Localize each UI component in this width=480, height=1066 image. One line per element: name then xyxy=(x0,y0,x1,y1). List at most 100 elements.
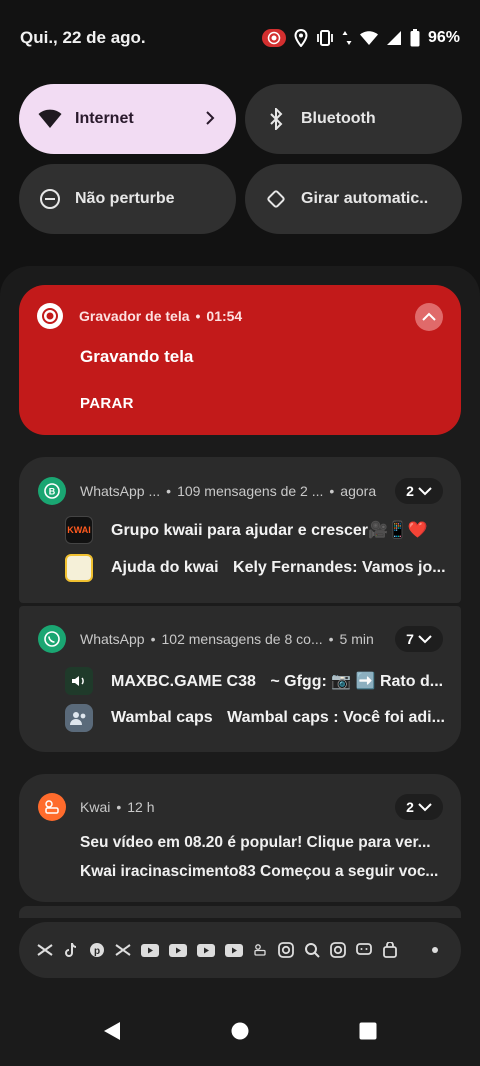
auto-rotate-icon xyxy=(263,186,289,212)
svg-text:B: B xyxy=(49,487,56,497)
notification-header: Kwai • 12 h xyxy=(38,792,155,822)
instagram-icon xyxy=(330,941,346,959)
notification-count: 7 xyxy=(406,631,414,647)
tiktok-icon xyxy=(63,941,79,959)
list-item[interactable]: KWAI Grupo kwaii para ajudar e crescer🎥📱… xyxy=(65,516,445,544)
message-sender: MAXBC.GAME C38 xyxy=(111,673,256,690)
app-name: Kwai xyxy=(80,799,111,815)
notification-line: Kwai iracinascimento83 Começou a seguir … xyxy=(80,863,439,880)
notification-count: 2 xyxy=(406,483,414,499)
capcut-icon xyxy=(114,941,131,959)
whatsapp-icon xyxy=(38,625,66,653)
more-dot-icon xyxy=(428,941,444,959)
qs-label-internet: Internet xyxy=(75,110,134,127)
capcut-icon xyxy=(37,941,53,959)
message-text: Grupo kwaii para ajudar e crescer🎥📱❤️ xyxy=(111,522,428,539)
status-bar: Qui., 22 de ago. 96% xyxy=(0,0,480,76)
notification-time: 12 h xyxy=(127,799,155,815)
status-icons: 96% xyxy=(261,29,460,47)
kwai-notification[interactable]: Kwai • 12 h 2 Seu vídeo em 08.20 é popul… xyxy=(19,774,461,902)
expand-button[interactable]: 7 xyxy=(395,626,443,652)
battery-percent: 96% xyxy=(427,29,460,46)
chat-avatar xyxy=(65,554,93,582)
whatsapp-business-notification[interactable]: B WhatsApp ... • 109 mensagens de 2 ... … xyxy=(19,457,461,603)
whatsapp-notification[interactable]: WhatsApp • 102 mensagens de 8 co... • 5 … xyxy=(19,606,461,752)
notification-header: WhatsApp • 102 mensagens de 8 co... • 5 … xyxy=(38,624,374,654)
shopping-bag-icon xyxy=(382,941,398,959)
summary: 102 mensagens de 8 co... xyxy=(161,631,323,647)
notification-time: 5 min xyxy=(339,631,374,647)
separator-dot: • xyxy=(195,308,201,324)
list-item[interactable]: Wambal caps Wambal caps : Você foi adi..… xyxy=(65,704,445,732)
screen-recorder-notification[interactable]: Gravador de tela • 01:54 Gravando tela P… xyxy=(19,285,461,435)
wifi-signal-icon xyxy=(359,31,378,45)
status-date: Qui., 22 de ago. xyxy=(20,28,146,47)
notification-time: agora xyxy=(340,483,377,499)
notification-count: 2 xyxy=(406,799,414,815)
message-text: Kely Fernandes: Vamos jo... xyxy=(233,559,445,576)
chevron-down-icon xyxy=(418,803,432,812)
qs-tile-bluetooth[interactable]: Bluetooth xyxy=(245,84,462,154)
message-icon xyxy=(356,941,372,959)
chevron-right-icon xyxy=(202,109,218,130)
app-name: WhatsApp xyxy=(80,631,145,647)
search-lens-icon xyxy=(304,941,320,959)
pinterest-icon: p xyxy=(89,941,105,959)
whatsapp-business-icon: B xyxy=(38,477,66,505)
bluetooth-icon xyxy=(263,106,289,132)
summary: 109 mensagens de 2 ... xyxy=(177,483,324,499)
location-icon xyxy=(294,29,308,47)
data-transfer-icon xyxy=(342,30,352,46)
recents-icon xyxy=(359,1022,377,1039)
notification-header: B WhatsApp ... • 109 mensagens de 2 ... … xyxy=(38,476,376,506)
message-sender: Ajuda do kwai xyxy=(111,559,219,576)
qs-label-bluetooth: Bluetooth xyxy=(301,110,376,127)
collapse-button[interactable] xyxy=(415,303,443,331)
youtube-icon xyxy=(196,941,215,959)
message-sender: Wambal caps xyxy=(111,709,213,726)
chevron-down-icon xyxy=(418,487,432,496)
app-name: WhatsApp ... xyxy=(80,483,161,499)
back-button[interactable] xyxy=(103,1021,121,1046)
youtube-icon xyxy=(168,941,187,959)
recents-button[interactable] xyxy=(359,1022,377,1045)
kwai-small-icon xyxy=(253,941,269,959)
back-icon xyxy=(104,1021,120,1040)
qs-tile-do-not-disturb[interactable]: Não perturbe xyxy=(19,164,236,234)
silent-notifications-icon-row[interactable]: p xyxy=(19,922,461,978)
recorder-title: Gravando tela xyxy=(80,347,194,366)
navigation-bar xyxy=(0,1000,480,1066)
message-text: ~ Gfgg: 📷 ➡️ Rato d... xyxy=(270,673,444,690)
expand-button[interactable]: 2 xyxy=(395,794,443,820)
group-avatar: KWAI xyxy=(65,516,93,544)
chevron-down-icon xyxy=(418,635,432,644)
notification-line: Seu vídeo em 08.20 é popular! Clique par… xyxy=(80,834,431,851)
message-text: Wambal caps : Você foi adi... xyxy=(227,709,445,726)
do-not-disturb-icon xyxy=(37,186,63,212)
home-icon xyxy=(231,1022,249,1039)
wifi-icon xyxy=(37,106,63,132)
notification-header: Gravador de tela • 01:54 xyxy=(37,303,443,329)
kwai-icon xyxy=(38,793,66,821)
cell-signal-icon xyxy=(386,31,402,45)
qs-label-do-not-disturb: Não perturbe xyxy=(75,190,175,207)
qs-tile-auto-rotate[interactable]: Girar automatic.. xyxy=(245,164,462,234)
recorder-app-name: Gravador de tela xyxy=(79,308,190,324)
stacked-notification-edge xyxy=(19,906,461,918)
youtube-icon xyxy=(140,941,159,959)
youtube-icon xyxy=(224,941,243,959)
speaker-avatar-icon xyxy=(65,667,93,695)
group-avatar-icon xyxy=(65,704,93,732)
qs-tile-internet[interactable]: Internet xyxy=(19,84,236,154)
home-button[interactable] xyxy=(231,1022,249,1045)
instagram-icon xyxy=(278,941,294,959)
list-item[interactable]: MAXBC.GAME C38 ~ Gfgg: 📷 ➡️ Rato d... xyxy=(65,667,445,695)
expand-button[interactable]: 2 xyxy=(395,478,443,504)
list-item[interactable]: Ajuda do kwai Kely Fernandes: Vamos jo..… xyxy=(65,554,445,582)
screen-recorder-icon xyxy=(37,303,63,329)
vibrate-icon xyxy=(316,30,334,46)
recorder-time: 01:54 xyxy=(206,308,243,324)
stop-recording-button[interactable]: PARAR xyxy=(80,395,134,412)
qs-label-auto-rotate: Girar automatic.. xyxy=(301,190,429,207)
screen-record-indicator-icon xyxy=(261,29,286,47)
